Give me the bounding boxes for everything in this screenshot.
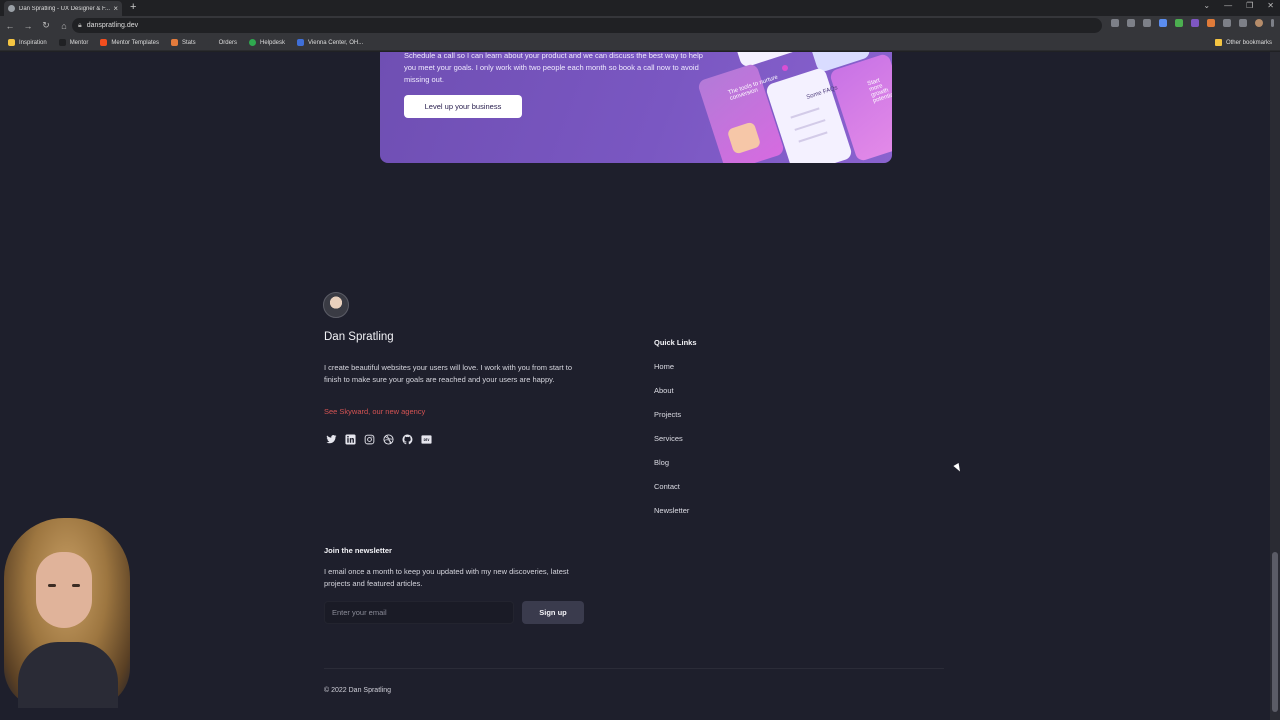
linkedin-icon[interactable] (345, 434, 356, 445)
footer-divider (324, 668, 944, 669)
footer-link-home[interactable]: Home (654, 362, 674, 371)
github-icon[interactable] (402, 434, 413, 445)
tab-strip: Dan Spratling - UX Designer & F... × + ⌄… (0, 0, 1280, 16)
instagram-icon[interactable] (364, 434, 375, 445)
level-up-button[interactable]: Level up your business (404, 95, 522, 118)
forward-icon[interactable]: → (20, 21, 36, 31)
scrollbar-thumb[interactable] (1272, 552, 1278, 712)
newsletter-title: Join the newsletter (324, 546, 392, 555)
tab-search-icon[interactable]: ⌄ (1203, 1, 1210, 10)
bookmark-item[interactable]: Mentor (58, 39, 88, 46)
cta-text: Schedule a call so I can learn about you… (404, 52, 703, 84)
twitter-icon[interactable] (326, 434, 337, 445)
svg-text:DEV: DEV (424, 438, 430, 442)
extension-icon[interactable] (1191, 19, 1199, 27)
dev-icon[interactable]: DEV (421, 434, 432, 445)
cta-banner: Schedule a call so I can learn about you… (380, 52, 892, 163)
extension-icon[interactable] (1207, 19, 1215, 27)
bookmarks-bar: Inspiration Mentor Mentor Templates Stat… (0, 35, 1280, 51)
window-controls: ⌄ — ❐ ✕ (1203, 1, 1274, 10)
sidebar-icon[interactable] (1239, 19, 1247, 27)
social-links: DEV (326, 434, 432, 445)
bookmark-item[interactable]: Stats (170, 39, 196, 46)
webcam-shirt (18, 642, 118, 708)
copyright-text: © 2022 Dan Spratling (324, 687, 392, 694)
profile-bio: I create beautiful websites your users w… (324, 363, 573, 384)
profile-icon[interactable] (1255, 19, 1263, 27)
newsletter-text: I email once a month to keep you updated… (324, 567, 569, 588)
browser-tab[interactable]: Dan Spratling - UX Designer & F... × (4, 1, 122, 16)
browser-toolbar: ← → ↻ ⌂ 🔒︎ danspratling.dev (0, 16, 1280, 35)
minimize-icon[interactable]: — (1224, 1, 1232, 10)
webcam-face (36, 552, 92, 628)
home-icon[interactable]: ⌂ (56, 21, 72, 31)
extension-icon[interactable] (1159, 19, 1167, 27)
email-field[interactable] (324, 601, 514, 624)
footer-link-about[interactable]: About (654, 386, 674, 395)
sign-up-button[interactable]: Sign up (522, 601, 584, 624)
mockup-card (730, 52, 800, 69)
page-scrollbar[interactable] (1270, 52, 1280, 720)
tab-close-icon[interactable]: × (113, 4, 118, 13)
bookmark-item[interactable]: Orders (207, 39, 237, 46)
folder-icon (1214, 39, 1222, 46)
figma-icon (100, 39, 108, 46)
maximize-icon[interactable]: ❐ (1246, 1, 1253, 10)
map-icon (297, 39, 304, 46)
extension-icons (1111, 19, 1274, 27)
quick-links-title: Quick Links (654, 338, 697, 347)
bookmark-icon (207, 39, 215, 46)
puzzle-icon[interactable] (1223, 19, 1231, 27)
star-icon[interactable] (1127, 19, 1135, 27)
webcam-eye (48, 584, 56, 587)
page-content: Schedule a call so I can learn about you… (0, 52, 1270, 720)
mockup-dot (782, 65, 788, 71)
avatar (323, 292, 349, 318)
footer-link-projects[interactable]: Projects (654, 410, 681, 419)
profile-name: Dan Spratling (324, 331, 394, 343)
bookmark-item[interactable]: Mentor Templates (100, 39, 159, 46)
tab-title: Dan Spratling - UX Designer & F... (19, 5, 111, 12)
bookmark-icon (58, 39, 66, 46)
share-icon[interactable] (1111, 19, 1119, 27)
bookmark-item[interactable]: Inspiration (8, 39, 47, 46)
favicon-icon (8, 5, 15, 12)
extension-icon[interactable] (1175, 19, 1183, 27)
new-tab-button[interactable]: + (130, 1, 136, 13)
bookmark-item[interactable]: Vienna Center, OH... (297, 39, 363, 46)
lock-icon[interactable]: 🔒︎ (78, 22, 82, 30)
address-bar[interactable]: 🔒︎ danspratling.dev (72, 18, 1102, 33)
folder-icon (8, 39, 15, 46)
footer-link-contact[interactable]: Contact (654, 482, 680, 491)
webcam-overlay (0, 512, 135, 708)
footer-link-blog[interactable]: Blog (654, 458, 669, 467)
footer-link-newsletter[interactable]: Newsletter (654, 506, 689, 515)
extension-icon[interactable] (1143, 19, 1151, 27)
back-icon[interactable]: ← (2, 21, 18, 31)
bookmark-item[interactable]: Helpdesk (248, 39, 285, 46)
webcam-eye (72, 584, 80, 587)
close-window-icon[interactable]: ✕ (1267, 1, 1274, 10)
footer-link-services[interactable]: Services (654, 434, 683, 443)
other-bookmarks[interactable]: Other bookmarks (1214, 39, 1272, 46)
stats-icon (170, 39, 178, 46)
dribbble-icon[interactable] (383, 434, 394, 445)
agency-link[interactable]: See Skyward, our new agency (324, 407, 425, 416)
browser-chrome: Dan Spratling - UX Designer & F... × + ⌄… (0, 0, 1280, 52)
helpdesk-icon (248, 39, 256, 46)
url-text: danspratling.dev (86, 22, 139, 29)
menu-icon[interactable] (1271, 19, 1274, 27)
reload-icon[interactable]: ↻ (38, 20, 54, 31)
